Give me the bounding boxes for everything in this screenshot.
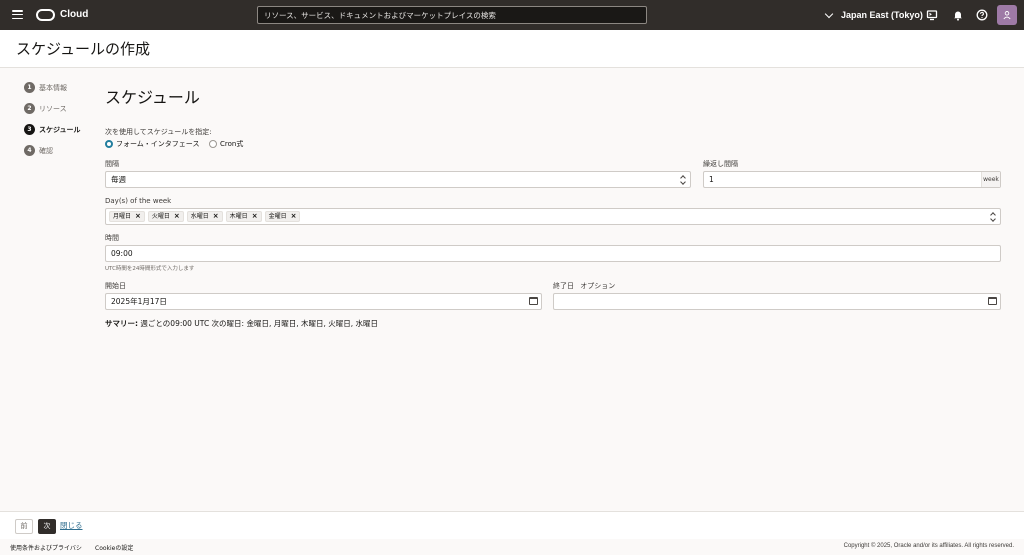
previous-button[interactable]: 前 [15,519,33,534]
chip-label: 水曜日 [190,213,209,220]
oracle-logo-icon[interactable] [36,9,55,21]
end-date-label: 終了日 オプション [553,282,615,291]
interval-label: 間隔 [105,160,119,168]
brand-name[interactable]: Cloud [60,8,88,22]
copyright-text: Copyright © 2025, Oracle and/or its affi… [843,543,1014,549]
calendar-icon[interactable] [988,297,997,305]
user-icon [1003,11,1011,20]
specify-label: 次を使用してスケジュールを指定: [105,128,212,136]
step-resources[interactable]: 2 リソース [24,103,81,114]
time-input[interactable]: 09:00 [105,245,1001,262]
step-label: スケジュール [39,125,81,134]
repeat-input[interactable]: 1 week [703,171,1001,188]
day-chip: 水曜日 × [186,209,223,224]
step-review[interactable]: 4 確認 [24,145,81,156]
menu-icon[interactable] [12,10,23,19]
remove-chip-icon[interactable]: × [174,209,180,224]
radio-selected-icon [105,140,113,148]
days-multiselect[interactable]: 月曜日 × 火曜日 × 水曜日 × 木曜日 × 金曜日 × [105,208,1001,225]
day-chip: 火曜日 × [147,209,184,224]
summary-label: サマリー: [105,319,138,328]
repeat-value: 1 [709,175,714,184]
days-label: Day(s) of the week [105,197,172,205]
start-date-label: 開始日 [105,282,126,290]
repeat-unit: week [981,172,1000,187]
profile-icon[interactable] [997,5,1017,25]
select-arrows-icon [990,212,996,221]
interval-value: 毎週 [111,175,126,184]
close-link[interactable]: 閉じる [60,521,83,531]
next-button[interactable]: 次 [38,519,56,534]
start-date-value: 2025年1月17日 [111,297,167,306]
day-chip: 月曜日 × [109,211,145,222]
section-title: スケジュール [105,88,200,107]
region-label: Japan East (Tokyo) [841,10,923,20]
repeat-label: 繰返し間隔 [703,160,738,168]
remove-chip-icon[interactable]: × [135,209,141,224]
time-help-text: UTC時間を24時間形式で入力します [105,266,195,272]
terms-link[interactable]: 使用条件およびプライバシ [10,543,82,552]
time-label: 時間 [105,234,119,242]
top-nav-bar: Cloud Japan East (Tokyo) [0,0,1024,30]
radio-unselected-icon [209,140,217,148]
optional-label: オプション [580,282,616,290]
step-basic-info[interactable]: 1 基本情報 [24,82,81,93]
radio-label: Cron式 [220,140,244,148]
notifications-icon[interactable] [952,9,964,21]
summary-text: 週ごとの09:00 UTC 次の曜日: 金曜日, 月曜日, 木曜日, 火曜日, … [138,319,379,328]
help-icon[interactable] [976,9,988,21]
step-label: リソース [39,104,67,113]
step-number: 2 [24,103,35,114]
step-number: 4 [24,145,35,156]
remove-chip-icon[interactable]: × [291,209,297,224]
remove-chip-icon[interactable]: × [213,209,219,224]
search-input[interactable] [257,6,647,24]
radio-cron[interactable]: Cron式 [209,139,243,149]
interval-select[interactable]: 毎週 [105,171,691,188]
day-chip: 金曜日 × [264,209,301,224]
chip-label: 火曜日 [151,213,170,220]
chevron-down-icon [824,9,834,18]
start-date-input[interactable]: 2025年1月17日 [105,293,542,310]
step-number: 3 [24,124,35,135]
step-label: 基本情報 [39,83,67,92]
select-arrows-icon [680,175,686,184]
page-title: スケジュールの作成 [16,40,150,58]
schedule-summary: サマリー: 週ごとの09:00 UTC 次の曜日: 金曜日, 月曜日, 木曜日,… [105,319,378,329]
wizard-steps: 1 基本情報 2 リソース 3 スケジュール 4 確認 [24,82,81,166]
cookie-link[interactable]: Cookieの設定 [95,543,133,552]
time-value: 09:00 [111,249,133,258]
action-bar: 前 次 閉じる [0,511,1024,539]
chip-label: 月曜日 [113,213,132,220]
remove-chip-icon[interactable]: × [252,209,258,224]
chip-label: 木曜日 [229,213,248,220]
step-number: 1 [24,82,35,93]
page-header: スケジュールの作成 [0,30,1024,68]
region-selector[interactable]: Japan East (Tokyo) [823,8,923,22]
step-schedule[interactable]: 3 スケジュール [24,124,81,135]
cloud-shell-icon[interactable] [926,9,938,21]
end-date-input[interactable] [553,293,1001,310]
calendar-icon[interactable] [529,297,538,305]
chip-label: 金曜日 [268,213,287,220]
day-chip: 木曜日 × [225,209,262,224]
end-date-label-text: 終了日 [553,282,574,290]
step-label: 確認 [39,146,53,155]
footer: 使用条件およびプライバシ Cookieの設定 Copyright © 2025,… [0,539,1024,555]
radio-form-interface[interactable]: フォーム・インタフェース [105,139,199,149]
radio-label: フォーム・インタフェース [116,140,200,148]
